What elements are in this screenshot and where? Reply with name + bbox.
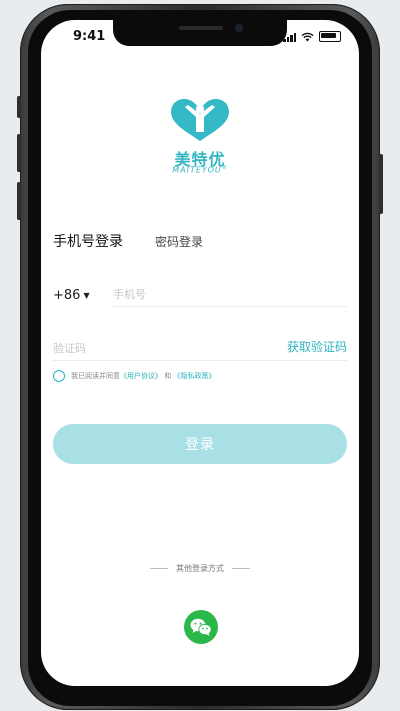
get-code-button[interactable]: 获取验证码 (287, 338, 347, 355)
agreement-row: 我已阅读并同意《用户协议》 和 《隐私政策》 (53, 370, 215, 382)
verification-code-input[interactable] (53, 336, 273, 360)
volume-up-button (17, 134, 21, 172)
login-screen: 9:41 美特优 MAITEYOU® 手机号登录 密码登录 +86 ▼ 手机号 … (41, 20, 359, 686)
status-time: 9:41 (73, 29, 106, 44)
login-button[interactable]: 登录 (53, 424, 347, 464)
agreement-prefix: 我已阅读并同意 (71, 372, 120, 380)
wifi-icon (301, 32, 314, 41)
status-bar: 9:41 (41, 20, 359, 54)
country-code-label: +86 (53, 288, 81, 303)
tab-phone-login[interactable]: 手机号登录 (53, 231, 123, 251)
country-code-selector[interactable]: +86 ▼ (53, 288, 90, 303)
code-input-underline (53, 360, 347, 361)
agreement-and: 和 (164, 372, 172, 380)
signal-icon (283, 32, 296, 42)
brand-name-en-text: MAITEYOU (172, 165, 222, 175)
divider-line-right (232, 568, 250, 569)
power-button (379, 154, 383, 214)
status-icons (283, 31, 341, 42)
mute-switch (17, 96, 21, 118)
front-camera (235, 24, 243, 32)
speaker (179, 26, 223, 30)
user-agreement-link[interactable]: 《用户协议》 (120, 372, 162, 380)
wechat-icon (190, 618, 212, 636)
other-login-divider: 其他登录方式 (41, 563, 359, 574)
tab-password-login[interactable]: 密码登录 (155, 233, 203, 250)
agreement-text: 我已阅读并同意《用户协议》 和 《隐私政策》 (71, 371, 215, 381)
phone-number-input[interactable] (113, 282, 347, 307)
wechat-login-button[interactable] (184, 610, 218, 644)
privacy-policy-link[interactable]: 《隐私政策》 (173, 372, 215, 380)
battery-icon (319, 31, 341, 42)
registered-mark: ® (221, 165, 228, 171)
brand-logo-icon (171, 99, 229, 141)
divider-line-left (150, 568, 168, 569)
notch (113, 20, 287, 46)
brand-name-en: MAITEYOU® (41, 165, 359, 175)
other-login-label: 其他登录方式 (176, 564, 224, 573)
volume-down-button (17, 182, 21, 220)
caret-down-icon: ▼ (83, 291, 90, 300)
agreement-checkbox[interactable] (53, 370, 65, 382)
